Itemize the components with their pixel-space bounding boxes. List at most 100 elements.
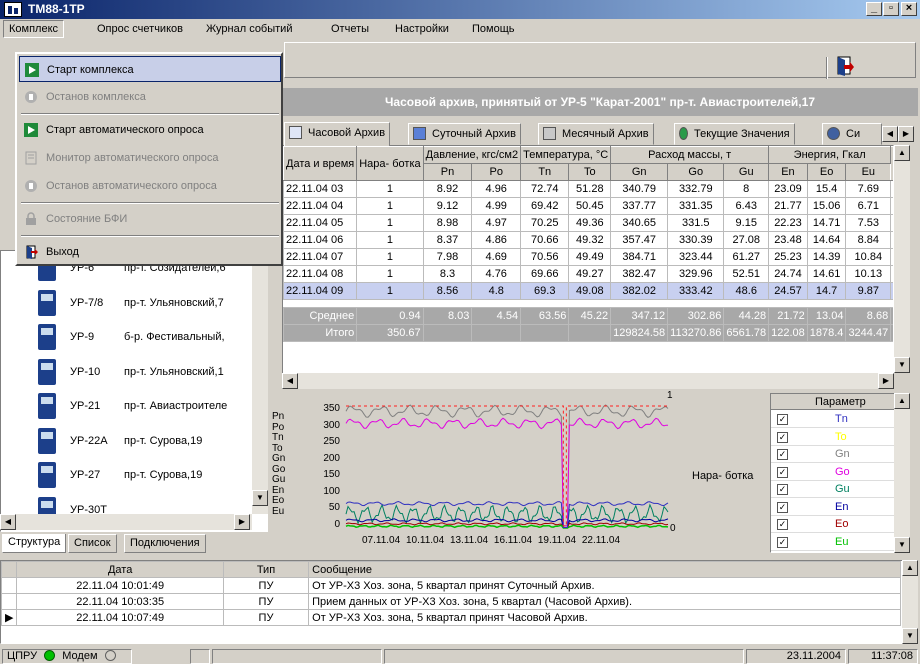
maximize-button[interactable]: ▫ xyxy=(883,2,899,16)
exit-door-icon[interactable] xyxy=(832,55,854,77)
station-item[interactable]: УР-21 пр-т. Авиастроителе xyxy=(0,390,252,424)
log-col-date[interactable]: Дата xyxy=(16,561,224,578)
menu-separator xyxy=(21,202,279,204)
col-po[interactable]: Po xyxy=(471,163,522,181)
table-row[interactable]: 22.11.04 07 1 7.98 4.69 70.56 49.49 384.71 323.… xyxy=(283,248,893,266)
log-row[interactable]: 22.11.04 10:01:49 ПУ От УР-Х3 Хоз. зона, 5… xyxy=(0,577,901,594)
station-scroll-left-icon[interactable]: ◀ xyxy=(0,514,16,530)
log-row[interactable]: ▶ 22.11.04 10:07:49 ПУ От УР-Х3 Хоз. зона, … xyxy=(0,609,901,626)
station-item[interactable]: УР-10 пр-т. Ульяновский,1 xyxy=(0,356,252,390)
station-scroll-right-icon[interactable]: ▶ xyxy=(234,514,250,530)
col-gn[interactable]: Gn xyxy=(610,163,669,181)
scroll-up-icon[interactable]: ▲ xyxy=(894,145,910,161)
tab-scroll-right-icon[interactable]: ▶ xyxy=(898,126,914,142)
scroll-down-icon[interactable]: ▼ xyxy=(894,357,910,373)
station-item[interactable]: УР-7/8 пр-т. Ульяновский,7 xyxy=(0,287,252,321)
legend-row[interactable]: ✓ Gn xyxy=(771,446,909,463)
minimize-button[interactable]: _ xyxy=(866,2,882,16)
menu-item-start-auto-poll[interactable]: Старт автоматического опроса xyxy=(19,117,281,143)
station-item[interactable]: УР-9 б-р. Фестивальный, xyxy=(0,321,252,355)
col-mass-flow[interactable]: Расход массы, т xyxy=(610,146,770,164)
menu-item-auto-poll-monitor[interactable]: Монитор автоматического опроса xyxy=(19,145,281,171)
legend-checkbox[interactable]: ✓ xyxy=(777,501,788,513)
legend-row[interactable]: ✓ Tn xyxy=(771,411,909,428)
table-row[interactable]: 22.11.04 05 1 8.98 4.97 70.25 49.36 340.65 331.… xyxy=(283,214,893,232)
tab-system[interactable]: Си xyxy=(822,123,882,145)
col-eo[interactable]: Eo xyxy=(806,163,847,181)
grid-horizontal-scrollbar[interactable]: ◀ ▶ xyxy=(282,373,894,389)
station-item[interactable]: УР-27 пр-т. Сурова,19 xyxy=(0,459,252,493)
menu-kompleks[interactable]: Комплекс xyxy=(3,20,65,38)
scroll-right-icon[interactable]: ▶ xyxy=(878,373,894,389)
tab-daily-archive[interactable]: Суточный Архив xyxy=(408,123,521,145)
hourly-archive-grid[interactable]: Дата и время Нара- ботка Давление, кгс/с… xyxy=(282,145,894,380)
table-row[interactable]: 22.11.04 03 1 8.92 4.96 72.74 51.28 340.79 332.… xyxy=(283,180,893,198)
tab-structure[interactable]: Структура xyxy=(2,534,67,553)
col-temperature[interactable]: Температура, °С xyxy=(520,146,612,164)
table-row[interactable]: 22.11.04 04 1 9.12 4.99 69.42 50.45 337.77 331.… xyxy=(283,197,893,215)
station-list-hscroll[interactable]: ◀ ▶ xyxy=(0,514,252,530)
table-row[interactable]: 22.11.04 06 1 8.37 4.86 70.66 49.32 357.47 330.… xyxy=(283,231,893,249)
col-narabotka[interactable]: Нара- ботка xyxy=(356,146,424,181)
scroll-left-icon[interactable]: ◀ xyxy=(282,373,298,389)
col-eu[interactable]: Eu xyxy=(845,163,892,181)
menu-item-start-complex[interactable]: Старт комплекса xyxy=(19,56,281,82)
log-scroll-down-icon[interactable]: ▼ xyxy=(902,628,918,644)
tab-connections[interactable]: Подключения xyxy=(124,534,206,553)
tab-current-values[interactable]: Текущие Значения xyxy=(674,123,795,145)
legend-row[interactable]: ✓ En xyxy=(771,499,909,516)
col-energy[interactable]: Энергия, Гкал xyxy=(768,146,892,164)
col-date[interactable]: Дата и время xyxy=(283,146,358,181)
menu-reports[interactable]: Отчеты xyxy=(331,23,369,35)
menu-opros[interactable]: Опрос счетчиков xyxy=(97,23,183,35)
legend-scrollbar[interactable]: ▲ ▼ xyxy=(894,393,910,553)
tab-hourly-archive[interactable]: Часовой Архив xyxy=(284,122,391,146)
legend-checkbox[interactable]: ✓ xyxy=(777,536,788,548)
col-go[interactable]: Go xyxy=(667,163,725,181)
legend-checkbox[interactable]: ✓ xyxy=(777,414,788,425)
log-col-type[interactable]: Тип xyxy=(222,561,310,578)
col-tn[interactable]: Tn xyxy=(520,163,570,181)
tab-list[interactable]: Список xyxy=(68,534,117,553)
table-row[interactable]: 22.11.04 09 1 8.56 4.8 69.3 49.08 382.02 333.42… xyxy=(283,282,893,300)
legend-scroll-down-icon[interactable]: ▼ xyxy=(894,537,910,553)
menu-item-stop-auto-poll[interactable]: Останов автоматического опроса xyxy=(19,173,281,199)
station-scroll-down-icon[interactable]: ▼ xyxy=(252,490,268,506)
close-button[interactable]: × xyxy=(901,2,917,16)
tab-scroll-left-icon[interactable]: ◀ xyxy=(882,126,898,142)
menu-item-bfi-state[interactable]: Состояние БФИ xyxy=(19,206,281,232)
menu-help[interactable]: Помощь xyxy=(472,23,515,35)
col-to[interactable]: To xyxy=(568,163,612,181)
legend-checkbox[interactable]: ✓ xyxy=(777,431,788,443)
col-en[interactable]: En xyxy=(768,163,808,181)
table-row[interactable]: 22.11.04 08 1 8.3 4.76 69.66 49.27 382.47 329.9… xyxy=(283,265,893,283)
menu-journal[interactable]: Журнал событий xyxy=(206,23,292,35)
log-col-message[interactable]: Сообщение xyxy=(308,561,901,578)
event-log[interactable]: Дата Тип Сообщение 22.11.04 10:01:49 ПУ От… xyxy=(0,560,910,644)
table-cell: 22.11.04 03 xyxy=(283,180,358,198)
current-row-arrow-icon: ▶ xyxy=(0,609,18,626)
col-pn[interactable]: Pn xyxy=(422,163,473,181)
legend-checkbox[interactable]: ✓ xyxy=(777,449,788,460)
log-scrollbar[interactable]: ▲ ▼ xyxy=(902,560,918,644)
legend-scroll-up-icon[interactable]: ▲ xyxy=(894,393,910,409)
menu-settings[interactable]: Настройки xyxy=(395,23,449,35)
legend-row[interactable]: ✓ Gu xyxy=(771,481,909,498)
legend-row[interactable]: ✓ Eu xyxy=(771,534,909,551)
col-pressure[interactable]: Давление, кгс/см2 xyxy=(422,146,522,164)
log-row[interactable]: 22.11.04 10:03:35 ПУ Прием данных от УР-Х3… xyxy=(0,593,901,610)
legend-row[interactable]: ✓ Go xyxy=(771,464,909,481)
legend-row[interactable]: ✓ To xyxy=(771,429,909,446)
legend-row[interactable]: ✓ Eo xyxy=(771,516,909,533)
legend-checkbox[interactable]: ✓ xyxy=(777,466,788,478)
log-scroll-up-icon[interactable]: ▲ xyxy=(902,560,918,576)
legend-checkbox[interactable]: ✓ xyxy=(777,519,788,530)
station-item[interactable]: УР-22А пр-т. Сурова,19 xyxy=(0,425,252,459)
col-gu[interactable]: Gu xyxy=(723,163,770,181)
station-list-scrollbar[interactable]: ▼ xyxy=(252,250,268,514)
tab-monthly-archive[interactable]: Месячный Архив xyxy=(538,123,654,145)
legend-checkbox[interactable]: ✓ xyxy=(777,484,788,495)
menu-item-stop-complex[interactable]: Останов комплекса xyxy=(19,84,281,110)
grid-vertical-scrollbar[interactable]: ▲ ▼ xyxy=(894,145,910,373)
menu-item-exit[interactable]: Выход xyxy=(19,239,281,265)
